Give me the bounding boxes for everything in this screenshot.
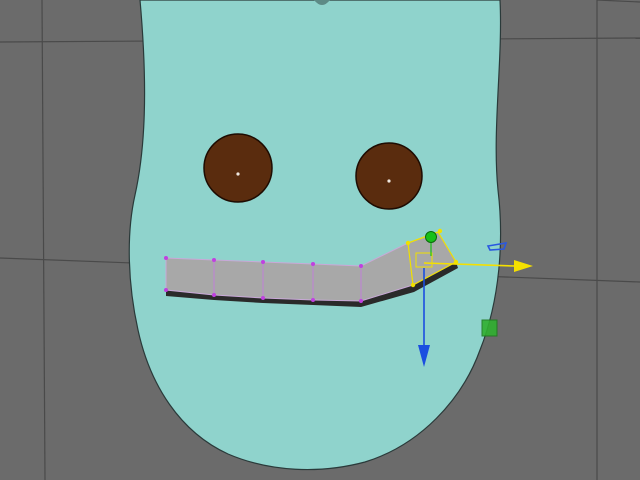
mouth-vertex[interactable] [359,264,363,268]
mouth-vertex[interactable] [311,298,315,302]
mouth-vertex[interactable] [212,293,216,297]
right-eye-pivot [387,179,391,183]
mouth-vertex[interactable] [359,299,363,303]
left-eye-pivot [236,172,240,176]
selected-vertex[interactable] [410,282,416,288]
selected-vertex[interactable] [405,240,411,246]
grid-line [41,0,46,480]
3d-viewport[interactable] [0,0,640,480]
mouth-vertex[interactable] [261,260,265,264]
mouth-vertex[interactable] [164,256,168,260]
mouth-vertex[interactable] [261,296,265,300]
yz-plane-handle-icon[interactable] [481,319,498,337]
right-eye[interactable] [355,142,423,210]
mouth-vertex[interactable] [212,258,216,262]
grid-line [596,0,640,3]
mouth-vertex[interactable] [311,262,315,266]
character-body[interactable] [128,0,502,471]
mouth-vertex[interactable] [164,288,168,292]
selected-vertex[interactable] [437,228,443,234]
left-eye[interactable] [203,133,273,203]
